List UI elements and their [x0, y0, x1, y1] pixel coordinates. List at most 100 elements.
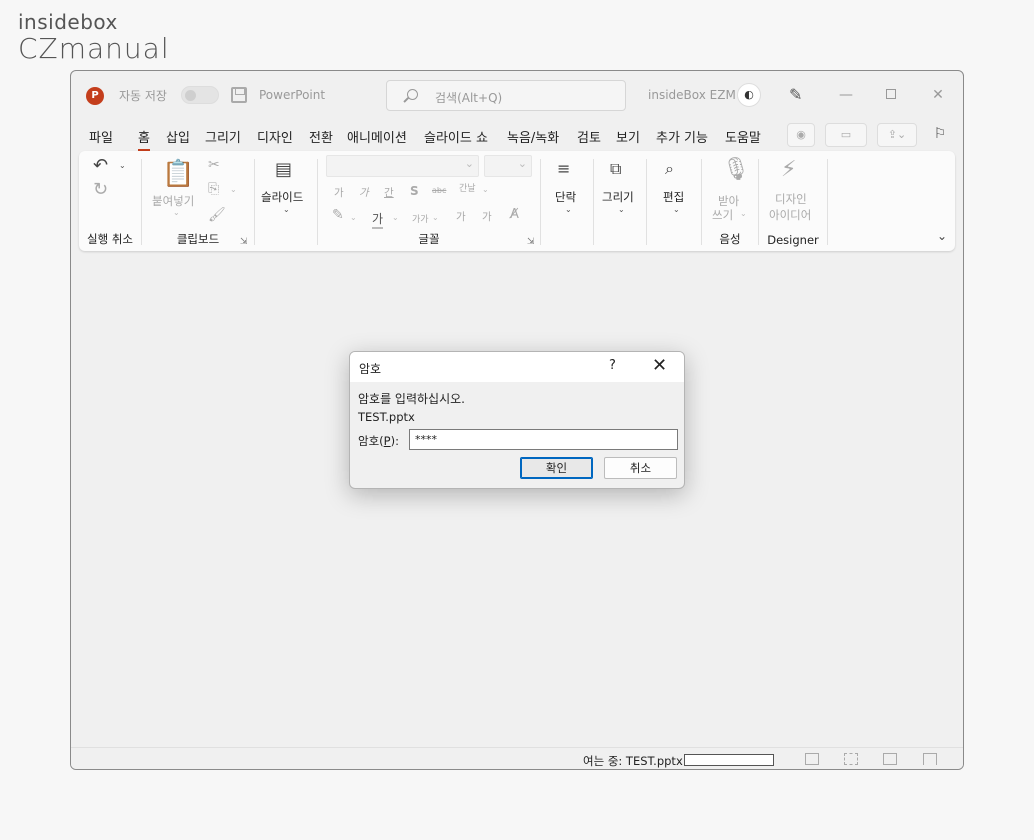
- editing-label[interactable]: 편집: [663, 189, 684, 205]
- spacing-dropdown-icon[interactable]: ⌄: [482, 185, 489, 194]
- shadow-button[interactable]: S: [410, 184, 419, 198]
- paragraph-dropdown-icon[interactable]: ⌄: [565, 205, 572, 214]
- font-color-dropdown-icon[interactable]: ⌄: [392, 213, 399, 222]
- slideshow-icon[interactable]: [923, 753, 937, 765]
- undo-group-label: 실행 취소: [87, 232, 133, 246]
- clipboard-group: 📋 붙여넣기 ⌄ ✂ ⎘ ⌄ 🖌 클립보드 ⇲: [142, 151, 254, 251]
- italic-button[interactable]: 가: [359, 185, 369, 200]
- tab-design[interactable]: 디자인: [257, 127, 293, 146]
- bold-button[interactable]: 가: [334, 185, 344, 200]
- slides-group: ▤ 슬라이드 ⌄: [255, 151, 317, 251]
- paragraph-icon[interactable]: ≡: [557, 159, 570, 178]
- font-color-button[interactable]: 가: [372, 210, 384, 229]
- new-slide-dropdown-icon[interactable]: ⌄: [283, 205, 290, 214]
- paragraph-label[interactable]: 단락: [555, 189, 576, 205]
- password-label: 암호(P):: [358, 433, 399, 449]
- ribbon: ↶ ⌄ ↻ 실행 취소 📋 붙여넣기 ⌄ ✂ ⎘ ⌄ 🖌 클립보드 ⇲ ▤ 슬라…: [79, 151, 955, 251]
- tab-animations[interactable]: 애니메이션: [347, 127, 407, 146]
- coaching-icon[interactable]: ⚐: [929, 123, 951, 147]
- drawing-icon[interactable]: ⧉: [610, 159, 621, 179]
- new-slide-label[interactable]: 슬라이드: [261, 189, 303, 205]
- change-case-dropdown-icon[interactable]: ⌄: [432, 213, 439, 222]
- strikethrough-button[interactable]: abc: [432, 186, 446, 195]
- search-icon: [407, 89, 418, 100]
- highlight-dropdown-icon[interactable]: ⌄: [350, 213, 357, 222]
- progress-bar: [684, 754, 774, 766]
- character-spacing-button[interactable]: 간날: [459, 181, 476, 194]
- title-bar: P 자동 저장 PowerPoint 검색(Alt+Q) insideBox E…: [71, 71, 963, 119]
- drawing-label[interactable]: 그리기: [602, 189, 634, 205]
- comments-icon[interactable]: ▭: [825, 123, 867, 147]
- grow-font-button[interactable]: 가: [456, 209, 466, 224]
- clipboard-launcher-icon[interactable]: ⇲: [240, 237, 248, 247]
- dictate-label-line2[interactable]: 쓰기: [712, 207, 733, 223]
- editing-dropdown-icon[interactable]: ⌄: [673, 205, 680, 214]
- ok-button[interactable]: 확인: [520, 457, 593, 479]
- change-case-button[interactable]: 가가: [412, 212, 429, 225]
- cut-icon[interactable]: ✂: [208, 157, 220, 173]
- designer-wand-icon[interactable]: ✎: [789, 85, 802, 104]
- redo-icon[interactable]: ↻: [93, 179, 108, 200]
- close-button[interactable]: ✕: [923, 81, 953, 109]
- tab-slideshow[interactable]: 슬라이드 쇼: [424, 127, 488, 146]
- clear-formatting-icon[interactable]: A̸: [510, 207, 519, 222]
- tab-review[interactable]: 검토: [577, 127, 601, 146]
- password-label-suffix: ):: [390, 434, 399, 448]
- microphone-icon[interactable]: 🎙: [722, 157, 750, 182]
- ribbon-options-chevron-icon[interactable]: ⌄: [937, 229, 947, 243]
- dictate-dropdown-icon[interactable]: ⌄: [740, 209, 747, 218]
- design-ideas-icon[interactable]: ⚡: [781, 157, 796, 182]
- undo-dropdown-icon[interactable]: ⌄: [119, 161, 126, 170]
- tab-record[interactable]: 녹음/녹화: [507, 127, 559, 146]
- maximize-button[interactable]: [876, 81, 906, 109]
- new-slide-icon[interactable]: ▤: [275, 159, 292, 180]
- drawing-dropdown-icon[interactable]: ⌄: [618, 205, 625, 214]
- autosave-toggle[interactable]: [181, 86, 219, 104]
- design-ideas-label-line2[interactable]: 아이디어: [769, 207, 811, 223]
- tab-insert[interactable]: 삽입: [166, 127, 190, 146]
- dialog-close-icon[interactable]: ✕: [652, 355, 667, 376]
- opening-status: 여는 중: TEST.pptx: [583, 754, 683, 768]
- font-launcher-icon[interactable]: ⇲: [527, 237, 535, 247]
- paste-dropdown-icon[interactable]: ⌄: [173, 208, 180, 217]
- record-icon[interactable]: ◉: [787, 123, 815, 147]
- reading-view-icon[interactable]: [883, 753, 897, 765]
- normal-view-icon[interactable]: [805, 753, 819, 765]
- password-label-accesskey: P: [383, 434, 391, 448]
- save-icon[interactable]: [231, 87, 247, 103]
- paste-label[interactable]: 붙여넣기: [152, 193, 194, 209]
- font-size-dropdown[interactable]: [484, 155, 532, 177]
- search-placeholder: 검색(Alt+Q): [435, 91, 503, 105]
- font-name-dropdown[interactable]: [326, 155, 479, 177]
- highlight-icon[interactable]: ✎: [332, 207, 344, 223]
- tab-home[interactable]: 홈: [138, 127, 150, 151]
- tab-view[interactable]: 보기: [616, 127, 640, 146]
- undo-icon[interactable]: ↶: [93, 155, 108, 176]
- design-ideas-label-line1[interactable]: 디자인: [775, 191, 807, 207]
- tab-draw[interactable]: 그리기: [205, 127, 241, 146]
- underline-button[interactable]: 간: [384, 185, 394, 200]
- cancel-button[interactable]: 취소: [604, 457, 677, 479]
- designer-group: ⚡ 디자인 아이디어 Designer: [759, 151, 827, 251]
- search-box[interactable]: 검색(Alt+Q): [386, 80, 626, 111]
- format-painter-icon[interactable]: 🖌: [208, 207, 226, 223]
- password-input[interactable]: [409, 429, 678, 450]
- tab-help[interactable]: 도움말: [725, 127, 761, 146]
- copy-icon[interactable]: ⎘: [208, 181, 219, 197]
- search-editing-icon[interactable]: ⌕: [665, 159, 674, 179]
- slide-sorter-icon[interactable]: [844, 753, 858, 765]
- user-name[interactable]: insideBox EZM: [648, 88, 736, 102]
- help-icon[interactable]: ?: [609, 358, 616, 373]
- password-label-prefix: 암호(: [358, 434, 384, 448]
- tab-transitions[interactable]: 전환: [309, 127, 333, 146]
- tab-addins[interactable]: 추가 기능: [656, 127, 708, 146]
- shrink-font-button[interactable]: 가: [482, 209, 492, 224]
- avatar-icon[interactable]: ◐: [737, 83, 761, 107]
- copy-dropdown-icon[interactable]: ⌄: [230, 185, 237, 194]
- paste-icon[interactable]: 📋: [162, 159, 194, 189]
- share-icon[interactable]: ⇪⌄: [877, 123, 917, 147]
- minimize-button[interactable]: —: [831, 81, 861, 109]
- dialog-filename: TEST.pptx: [358, 410, 415, 424]
- paragraph-group: ≡ 단락 ⌄: [541, 151, 593, 251]
- tab-file[interactable]: 파일: [89, 127, 113, 146]
